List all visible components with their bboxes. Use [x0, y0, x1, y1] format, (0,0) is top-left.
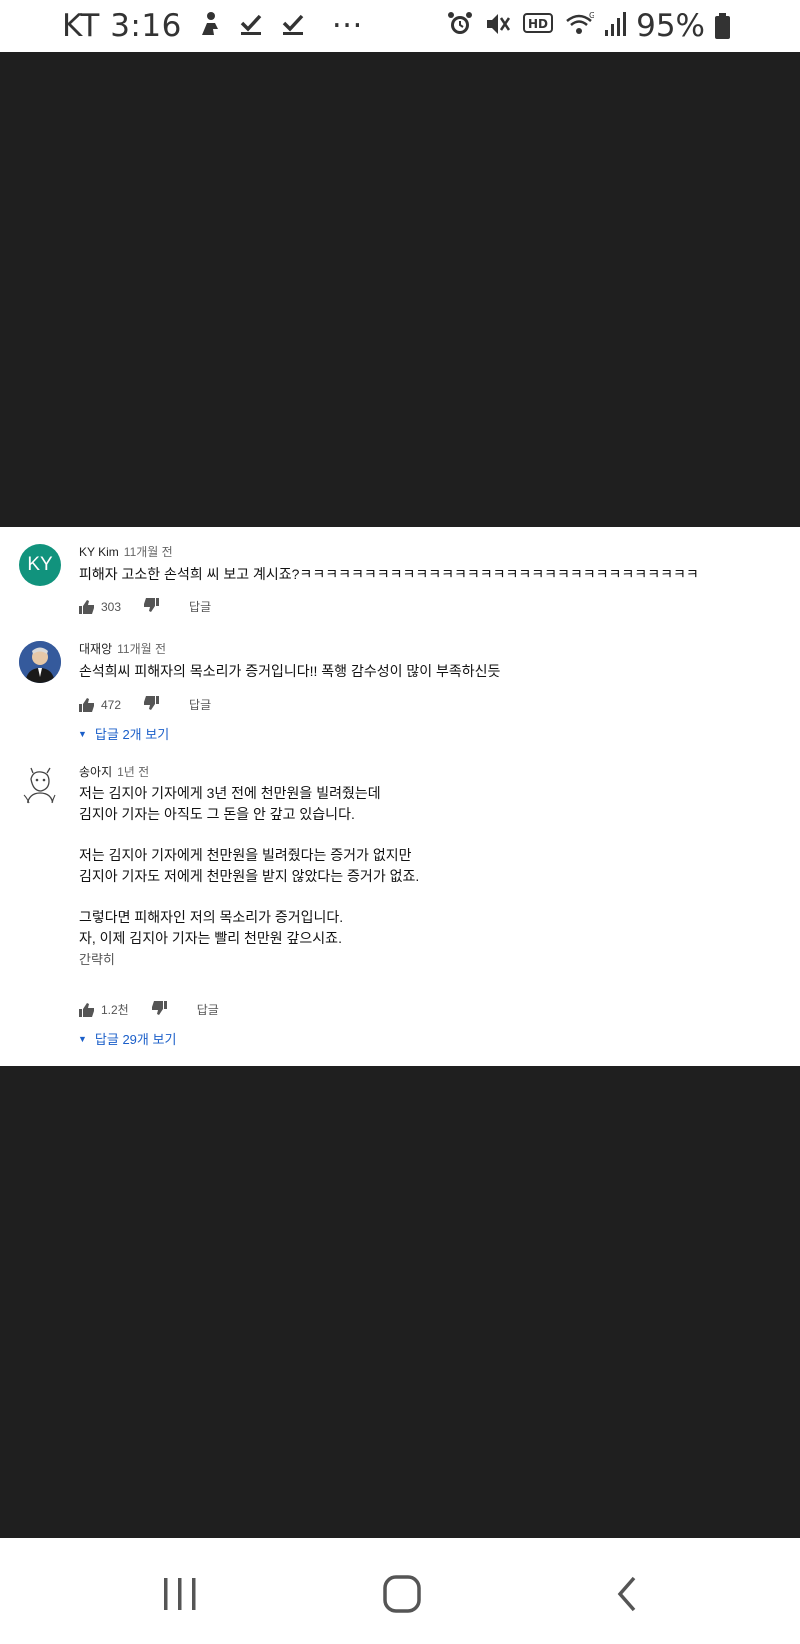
svg-text:G: G: [589, 11, 594, 20]
download-done-icon: [238, 11, 264, 41]
recent-apps-icon[interactable]: [160, 1574, 200, 1614]
comment-header: 송아지 1년 전: [79, 763, 149, 780]
home-icon[interactable]: [382, 1574, 422, 1614]
dislike-button[interactable]: [151, 1001, 167, 1018]
thumbs-up-icon: [79, 599, 94, 614]
like-count: 303: [101, 599, 122, 614]
caret-down-icon: ▼: [78, 728, 87, 739]
thumbs-down-icon: [144, 696, 160, 710]
comment-author[interactable]: 송아지: [79, 765, 112, 779]
personal-hotspot-icon: [198, 11, 222, 41]
carrier-time: KT 3:16: [62, 8, 182, 44]
show-less-link[interactable]: 간략히: [79, 949, 779, 970]
svg-text:HD: HD: [528, 17, 548, 31]
comment-author[interactable]: 대재앙: [79, 642, 112, 656]
comment-author[interactable]: KY Kim: [79, 545, 119, 559]
comment-time: 11개월 전: [117, 642, 167, 656]
hd-voice-icon: HD: [522, 10, 554, 42]
navigation-bar: [0, 1538, 800, 1644]
avatar[interactable]: KY: [19, 544, 61, 586]
caret-down-icon: ▼: [78, 1033, 87, 1044]
reply-button[interactable]: 답글: [189, 598, 211, 615]
view-replies-button[interactable]: ▼ 답글 29개 보기: [78, 1029, 176, 1048]
like-button[interactable]: 303: [79, 599, 122, 614]
avatar[interactable]: [19, 641, 61, 683]
signal-icon: [604, 10, 627, 42]
like-count: 472: [101, 697, 122, 712]
video-area-top: [0, 52, 800, 527]
comment-text: 저는 김지아 기자에게 3년 전에 천만원을 빌려줬는데 김지아 기자는 아직도…: [79, 783, 779, 970]
comment-text: 피해자 고소한 손석희 씨 보고 계시죠?ㅋㅋㅋㅋㅋㅋㅋㅋㅋㅋㅋㅋㅋㅋㅋㅋㅋㅋㅋ…: [79, 566, 699, 582]
view-replies-label: 답글 2개 보기: [94, 727, 170, 742]
like-button[interactable]: 1.2천: [79, 1001, 129, 1018]
reply-button[interactable]: 답글: [189, 696, 211, 713]
view-replies-label: 답글 29개 보기: [94, 1032, 177, 1047]
comment-time: 1년 전: [117, 765, 150, 779]
like-button[interactable]: 472: [79, 697, 122, 712]
mute-icon: [484, 10, 512, 42]
alarm-icon: [446, 10, 474, 42]
like-count: 1.2천: [101, 1003, 129, 1017]
comment-text: 손석희씨 피해자의 목소리가 증거입니다!! 폭행 감수성이 많이 부족하신듯: [79, 663, 501, 679]
comment-actions: 303 답글: [79, 598, 211, 615]
thumbs-up-icon: [79, 697, 94, 712]
thumbs-down-icon: [151, 1001, 167, 1015]
video-area-bottom: [0, 1066, 800, 1538]
battery-icon: [715, 13, 730, 39]
comment-header: 대재앙 11개월 전: [79, 640, 166, 657]
reply-button[interactable]: 답글: [197, 1001, 219, 1018]
comment-time: 11개월 전: [123, 545, 173, 559]
thumbs-down-icon: [144, 598, 160, 612]
dislike-button[interactable]: [143, 696, 160, 713]
battery-percent: 95%: [636, 8, 705, 44]
comments-panel: KY KY Kim 11개월 전 피해자 고소한 손석희 씨 보고 계시죠?ㅋㅋㅋ…: [0, 527, 800, 1066]
status-bar: KT 3:16 ··· HD G 95%: [0, 0, 800, 52]
dislike-button[interactable]: [143, 598, 160, 615]
download-done-icon: [280, 11, 306, 41]
thumbs-up-icon: [79, 1002, 94, 1017]
comment-header: KY Kim 11개월 전: [79, 543, 173, 560]
avatar[interactable]: [19, 765, 61, 807]
view-replies-button[interactable]: ▼ 답글 2개 보기: [78, 724, 169, 743]
comment-actions: 1.2천 답글: [79, 1001, 219, 1018]
comment-actions: 472 답글: [79, 696, 211, 713]
more-notifications-icon: ···: [331, 8, 363, 44]
back-icon[interactable]: [608, 1574, 648, 1614]
wifi-icon: G: [564, 10, 595, 42]
